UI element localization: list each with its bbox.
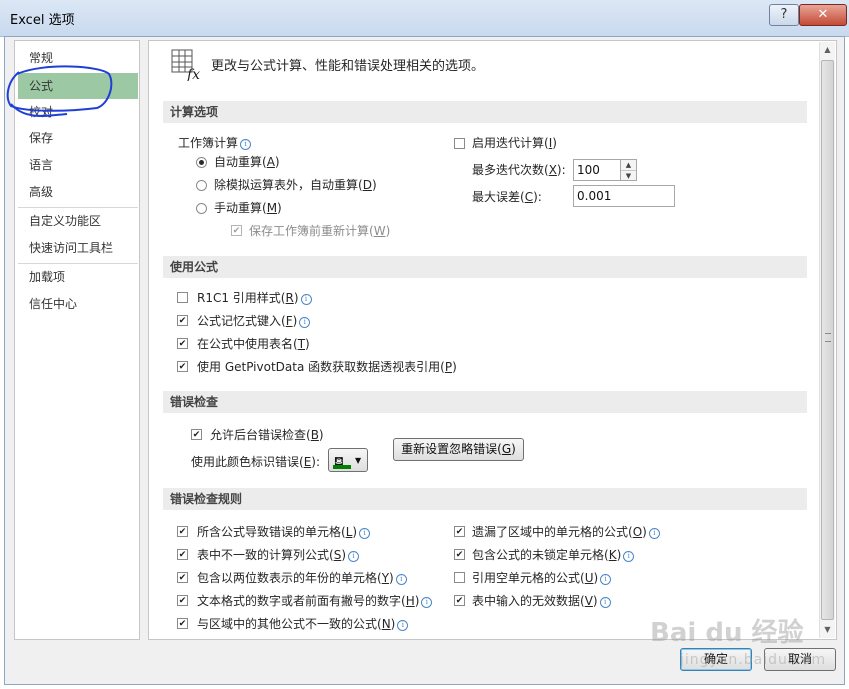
info-icon: i — [348, 551, 359, 562]
error-color-swatch — [333, 465, 351, 469]
rule-invalid-data-label[interactable]: 表中输入的无效数据(V) i — [472, 593, 611, 609]
rule-inconsistent-column-checkbox[interactable]: ✔ — [177, 549, 188, 560]
close-button[interactable]: ✕ — [799, 4, 847, 26]
vertical-scrollbar[interactable]: ▲ ▼ — [819, 42, 835, 638]
rule-error-formulas-label[interactable]: 所含公式导致错误的单元格(L) i — [197, 524, 371, 540]
rule-two-digit-years-checkbox[interactable]: ✔ — [177, 572, 188, 583]
info-icon: i — [599, 597, 611, 608]
sidebar-item-customize-ribbon[interactable]: 自定义功能区 — [18, 208, 138, 234]
info-icon: i — [421, 597, 433, 608]
watermark-logo-text: Bai du 经验 — [650, 618, 804, 648]
dropdown-arrow-icon: ▼ — [355, 456, 362, 465]
title-bar — [0, 0, 849, 37]
r1c1-label[interactable]: R1C1 引用样式(R) i — [197, 290, 312, 306]
scroll-up-icon[interactable]: ▲ — [820, 42, 835, 58]
help-button[interactable]: ? — [769, 4, 799, 26]
max-iterations-label: 最多迭代次数(X): — [472, 163, 566, 177]
reset-ignored-errors-button[interactable]: 重新设置忽略错误(G) — [393, 438, 524, 461]
radio-manual-label[interactable]: 手动重算(M) — [214, 200, 282, 216]
info-icon: i — [623, 551, 635, 562]
getpivotdata-label[interactable]: 使用 GetPivotData 函数获取数据透视表引用(P) — [197, 359, 457, 375]
recalculate-before-save-label: 保存工作簿前重新计算(W) — [249, 224, 391, 238]
max-change-label: 最大误差(C): — [472, 190, 542, 204]
rule-inconsistent-column-label[interactable]: 表中不一致的计算列公式(S) i — [197, 547, 359, 563]
rule-omitted-cells-checkbox[interactable]: ✔ — [454, 526, 465, 537]
rule-invalid-data-checkbox[interactable]: ✔ — [454, 595, 465, 606]
watermark-url: jingyan.baidu.com — [680, 652, 827, 668]
r1c1-checkbox[interactable] — [177, 292, 188, 303]
radio-automatic-except-tables[interactable] — [196, 180, 207, 191]
background-error-checking-label[interactable]: 允许后台错误检查(B) — [210, 427, 324, 443]
rule-omitted-cells-label[interactable]: 遗漏了区域中的单元格的公式(O) i — [472, 524, 660, 540]
info-icon: i — [395, 574, 407, 585]
radio-manual[interactable] — [196, 203, 207, 214]
sidebar-item-save[interactable]: 保存 — [18, 125, 138, 151]
rule-unlocked-cells-label[interactable]: 包含公式的未锁定单元格(K) i — [472, 547, 635, 563]
formula-autocomplete-checkbox[interactable]: ✔ — [177, 315, 188, 326]
category-sidebar: 常规 公式 校对 保存 语言 高级 自定义功能区 快速访问工具栏 加载项 信任中… — [14, 40, 140, 640]
max-iterations-spinner[interactable]: ▲ ▼ — [621, 159, 637, 181]
rule-inconsistent-formula-checkbox[interactable]: ✔ — [177, 618, 188, 629]
section-calculation-options: 计算选项 — [163, 101, 807, 123]
iterative-calculation-label[interactable]: 启用迭代计算(I) — [472, 135, 557, 151]
sidebar-item-add-ins[interactable]: 加载项 — [18, 264, 138, 290]
rule-text-numbers-label[interactable]: 文本格式的数字或者前面有撇号的数字(H) i — [197, 593, 433, 609]
rule-text-numbers-checkbox[interactable]: ✔ — [177, 595, 188, 606]
spin-up-icon[interactable]: ▲ — [621, 160, 636, 171]
rule-empty-cells-label[interactable]: 引用空单元格的公式(U) i — [472, 570, 612, 586]
info-icon: i — [600, 574, 612, 585]
error-color-label: 使用此颜色标识错误(E): — [191, 455, 321, 469]
radio-automatic[interactable] — [196, 157, 207, 168]
baidu-watermark: Bai du 经验 jingyan.baidu.com — [650, 612, 830, 682]
sidebar-item-general[interactable]: 常规 — [18, 45, 138, 71]
info-icon: i — [299, 317, 311, 328]
workbook-calculation-label: 工作簿计算 i — [178, 135, 252, 151]
iterative-calculation-checkbox[interactable] — [454, 138, 465, 149]
radio-automatic-label[interactable]: 自动重算(A) — [214, 154, 280, 170]
sidebar-item-quick-access-toolbar[interactable]: 快速访问工具栏 — [18, 235, 138, 261]
info-icon: i — [240, 139, 252, 150]
header-description: 更改与公式计算、性能和错误处理相关的选项。 — [211, 59, 485, 74]
spin-down-icon[interactable]: ▼ — [621, 171, 636, 181]
formula-fx-icon: fx — [171, 49, 200, 81]
formulas-options-panel: fx 更改与公式计算、性能和错误处理相关的选项。 计算选项 工作簿计算 i 自动重… — [148, 40, 837, 640]
rule-unlocked-cells-checkbox[interactable]: ✔ — [454, 549, 465, 560]
sidebar-item-language[interactable]: 语言 — [18, 152, 138, 178]
section-error-checking-rules: 错误检查规则 — [163, 488, 807, 510]
rule-empty-cells-checkbox[interactable] — [454, 572, 465, 583]
rule-error-formulas-checkbox[interactable]: ✔ — [177, 526, 188, 537]
section-error-checking: 错误检查 — [163, 391, 807, 413]
info-icon: i — [648, 528, 660, 539]
getpivotdata-checkbox[interactable]: ✔ — [177, 361, 188, 372]
rule-two-digit-years-label[interactable]: 包含以两位数表示的年份的单元格(Y) i — [197, 570, 407, 586]
svg-text:fx: fx — [186, 67, 200, 81]
sidebar-item-trust-center[interactable]: 信任中心 — [18, 291, 138, 317]
grip-icon — [825, 333, 831, 342]
max-change-input[interactable]: 0.001 — [573, 185, 675, 207]
recalculate-before-save-checkbox[interactable]: ✔ — [231, 225, 242, 236]
table-names-label[interactable]: 在公式中使用表名(T) — [197, 336, 310, 352]
info-icon: i — [359, 528, 371, 539]
window-title: Excel 选项 — [10, 13, 75, 28]
info-icon: i — [397, 620, 409, 631]
error-color-picker[interactable]: ⛾ ▼ — [328, 448, 368, 472]
sidebar-item-advanced[interactable]: 高级 — [18, 179, 138, 205]
sidebar-item-formulas[interactable]: 公式 — [18, 73, 138, 99]
table-names-checkbox[interactable]: ✔ — [177, 338, 188, 349]
background-error-checking-checkbox[interactable]: ✔ — [191, 429, 202, 440]
radio-automatic-except-tables-label[interactable]: 除模拟运算表外，自动重算(D) — [214, 177, 377, 193]
info-icon: i — [300, 294, 312, 305]
section-working-with-formulas: 使用公式 — [163, 256, 807, 278]
sidebar-item-proofing[interactable]: 校对 — [18, 99, 138, 125]
max-iterations-input[interactable]: 100 — [573, 159, 621, 181]
rule-inconsistent-formula-label[interactable]: 与区域中的其他公式不一致的公式(N) i — [197, 616, 409, 632]
scrollbar-thumb[interactable] — [821, 60, 834, 620]
formula-autocomplete-label[interactable]: 公式记忆式键入(F) i — [197, 313, 311, 329]
